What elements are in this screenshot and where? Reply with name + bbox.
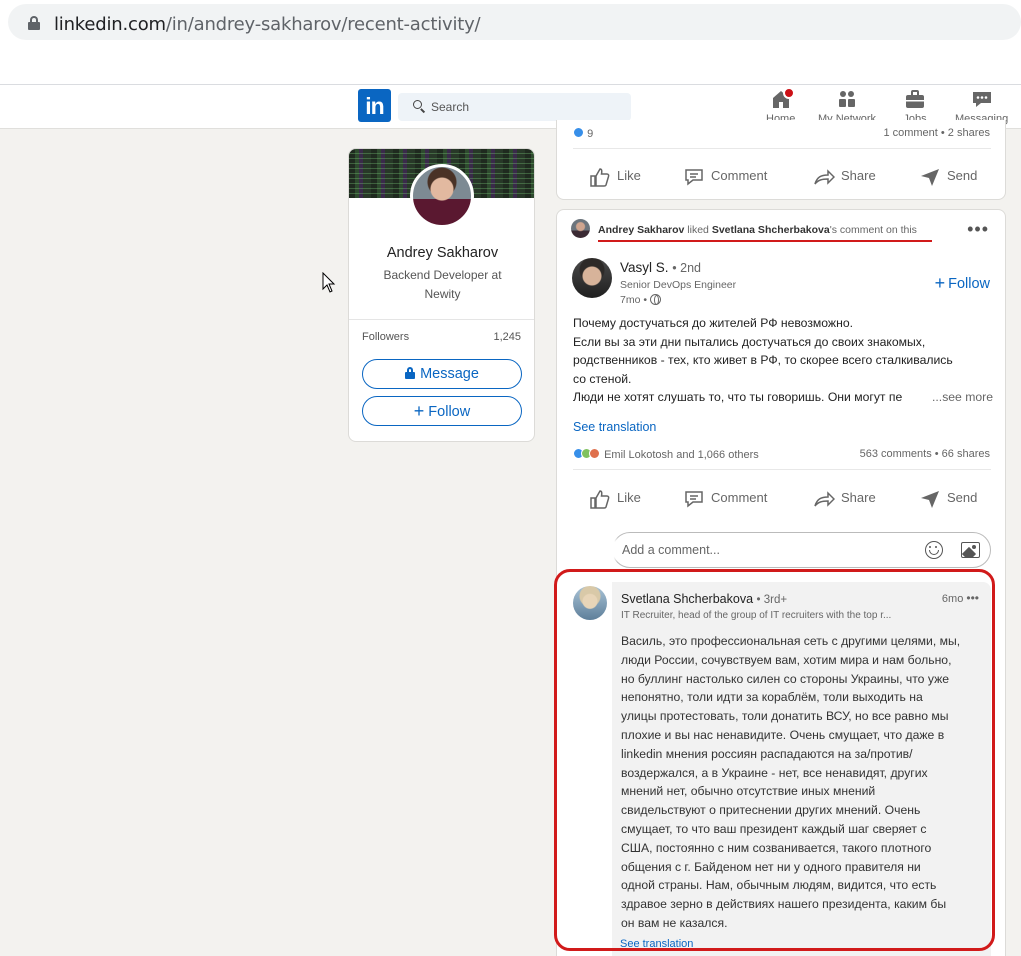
post-action-bar: Like Comment Share Send xyxy=(573,165,991,189)
url-text[interactable]: linkedin.com/in/andrey-sakharov/recent-a… xyxy=(54,14,481,35)
see-more-link[interactable]: ...see more xyxy=(928,388,993,407)
address-bar[interactable]: linkedin.com/in/andrey-sakharov/recent-a… xyxy=(8,4,1021,40)
activity-verb: liked xyxy=(687,224,709,236)
connection-degree: • 2nd xyxy=(672,261,701,275)
activity-header: Andrey Sakharov liked Svetlana Shcherbak… xyxy=(571,219,917,238)
share-arrow-icon xyxy=(813,167,836,187)
previous-post-card: 9 1 comment • 2 shares Like Comment Shar… xyxy=(556,120,1006,200)
send-label: Send xyxy=(947,490,978,505)
post-text-line: Если вы за эти дни пытались достучаться … xyxy=(573,334,926,349)
author-name[interactable]: Vasyl S. xyxy=(620,260,669,275)
send-button[interactable]: Send xyxy=(919,487,977,509)
post-text-line: Почему достучаться до жителей РФ невозмо… xyxy=(573,316,853,330)
post-time: 7mo • xyxy=(620,294,662,306)
plus-icon: + xyxy=(934,273,946,293)
lock-icon xyxy=(405,367,416,379)
author-avatar[interactable] xyxy=(572,258,612,298)
share-label: Share xyxy=(841,490,876,505)
more-options-icon[interactable]: ••• xyxy=(967,220,989,238)
comment-input[interactable]: Add a comment... xyxy=(612,532,991,568)
post-text-line: родственников - тех, кто живет в РФ, то … xyxy=(573,353,953,367)
mouse-cursor-icon xyxy=(322,272,336,293)
post-text-last: Люди не хотят слушать то, что ты говориш… xyxy=(573,390,903,404)
highlight-box xyxy=(554,569,995,951)
screen-glare xyxy=(563,526,623,572)
notification-badge xyxy=(782,87,795,99)
see-translation-link[interactable]: See translation xyxy=(573,420,656,434)
highlight-underline xyxy=(598,240,932,242)
briefcase-icon xyxy=(903,89,927,109)
post-body: Почему достучаться до жителей РФ невозмо… xyxy=(573,314,993,407)
actor-name[interactable]: Andrey Sakharov xyxy=(598,224,684,236)
reactions-text: Emil Lokotosh and 1,066 others xyxy=(604,449,759,461)
author-headline: Senior DevOps Engineer xyxy=(620,279,737,291)
comment-placeholder: Add a comment... xyxy=(622,543,720,557)
browser-toolbar: linkedin.com/in/andrey-sakharov/recent-a… xyxy=(0,0,1021,84)
share-button[interactable]: Share xyxy=(813,165,876,187)
message-button[interactable]: Message xyxy=(362,359,522,389)
activity-suffix: 's comment on this xyxy=(829,224,917,236)
follow-author-button[interactable]: + Follow xyxy=(935,273,990,294)
search-icon xyxy=(413,100,426,113)
love-reaction-icon xyxy=(589,448,600,459)
post-text-line: со стеной. xyxy=(573,371,632,386)
divider xyxy=(573,469,991,470)
search-placeholder: Search xyxy=(431,100,470,114)
profile-name[interactable]: Andrey Sakharov xyxy=(349,245,534,261)
like-button[interactable]: Like xyxy=(589,487,641,509)
post-time-text: 7mo • xyxy=(620,294,648,306)
thumbs-up-icon xyxy=(589,489,611,509)
target-name[interactable]: Svetlana Shcherbakova xyxy=(712,224,830,236)
followers-count: 1,245 xyxy=(493,331,521,343)
engagement-counts[interactable]: 563 comments • 66 shares xyxy=(860,448,990,460)
home-icon xyxy=(769,87,795,109)
profile-avatar[interactable] xyxy=(410,164,474,228)
like-label: Like xyxy=(617,490,641,505)
send-label: Send xyxy=(947,168,978,183)
comment-icon xyxy=(683,167,705,187)
linkedin-logo[interactable]: in xyxy=(358,89,391,122)
comment-button[interactable]: Comment xyxy=(683,165,767,187)
divider xyxy=(573,148,991,149)
comment-icon xyxy=(683,489,705,509)
comment-label: Comment xyxy=(711,490,768,505)
profile-headline: Backend Developer at Newity xyxy=(383,268,502,301)
post-action-bar: Like Comment Share Send xyxy=(573,487,991,511)
globe-icon xyxy=(650,294,662,305)
like-reaction-icon xyxy=(573,127,584,138)
reactions-summary[interactable]: Emil Lokotosh and 1,066 others xyxy=(573,448,759,461)
actor-avatar[interactable] xyxy=(571,219,590,238)
engagement-counts[interactable]: 1 comment • 2 shares xyxy=(883,127,990,139)
messaging-icon xyxy=(970,89,994,109)
plus-icon: + xyxy=(413,401,425,421)
image-icon[interactable] xyxy=(961,542,980,558)
emoji-icon[interactable] xyxy=(925,541,943,559)
send-button[interactable]: Send xyxy=(919,165,977,187)
author-name-row[interactable]: Vasyl S. • 2nd xyxy=(620,260,701,275)
thumbs-up-icon xyxy=(589,167,611,187)
followers-label: Followers xyxy=(362,331,410,343)
share-arrow-icon xyxy=(813,489,836,509)
follow-button[interactable]: + Follow xyxy=(362,396,522,426)
profile-card: Andrey Sakharov Backend Developer at New… xyxy=(348,148,535,442)
send-icon xyxy=(919,167,941,187)
divider xyxy=(349,319,534,320)
like-button[interactable]: Like xyxy=(589,165,641,187)
reactions-count: 9 xyxy=(587,128,594,140)
reactions-summary[interactable]: 9 xyxy=(573,127,593,140)
share-label: Share xyxy=(841,168,876,183)
lock-icon[interactable] xyxy=(28,16,40,30)
search-input[interactable]: Search xyxy=(398,93,631,121)
send-icon xyxy=(919,489,941,509)
message-button-label: Message xyxy=(420,366,479,382)
like-label: Like xyxy=(617,168,641,183)
share-button[interactable]: Share xyxy=(813,487,876,509)
post-text-line: Люди не хотят слушать то, что ты говориш… xyxy=(573,388,993,407)
follow-author-label: Follow xyxy=(948,276,990,292)
comment-label: Comment xyxy=(711,168,768,183)
follow-button-label: Follow xyxy=(428,404,471,420)
comment-button[interactable]: Comment xyxy=(683,487,767,509)
reaction-icons xyxy=(573,448,601,459)
people-icon xyxy=(835,89,859,109)
